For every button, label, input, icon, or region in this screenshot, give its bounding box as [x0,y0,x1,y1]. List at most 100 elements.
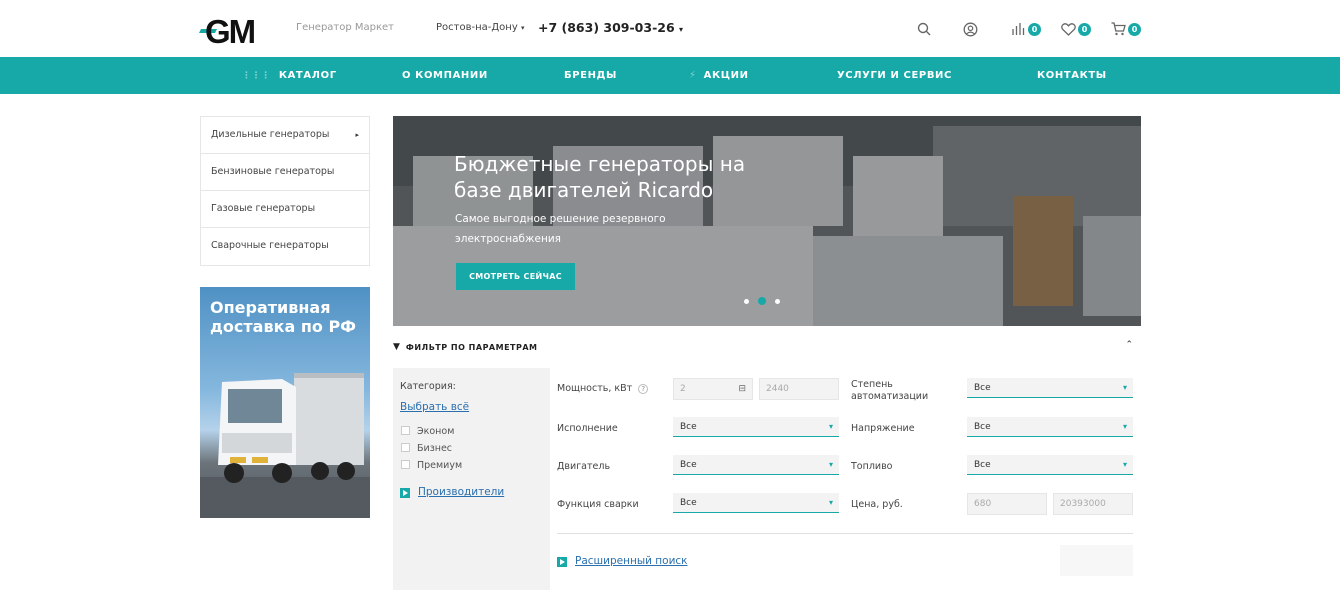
play-icon [557,556,567,567]
filter-category-panel: Категория: Выбрать всё Эконом Бизнес Пре… [393,368,550,590]
automation-label: Степень автоматизации [851,379,929,402]
power-max-input[interactable]: 2440 [759,378,839,400]
nav-brands[interactable]: БРЕНДЫ [564,57,617,94]
voltage-select[interactable]: Все ▾ [967,417,1133,437]
chevron-down-icon: ▾ [1122,422,1127,431]
execution-label: Исполнение [557,423,618,434]
automation-select[interactable]: Все ▾ [967,378,1133,398]
chevron-down-icon: ▾ [1122,460,1127,469]
catalog-sidebar: Дизельные генераторы ▸ Бензиновые генерат… [200,116,370,266]
voltage-select-value: Все [974,422,991,432]
sidebar-item-diesel[interactable]: Дизельные генераторы ▸ [201,117,369,154]
manufacturers-link: Производители [418,486,505,498]
engine-select[interactable]: Все ▾ [673,455,839,475]
category-checkbox-econom[interactable] [401,426,410,435]
chevron-up-icon[interactable]: ⌃ [1125,340,1133,350]
svg-text:GM: GM [205,13,255,46]
filter-title: ФИЛЬТР ПО ПАРАМЕТРАМ [405,342,538,352]
lightning-icon: ⚡ [689,70,697,81]
power-label-text: Мощность, кВт [557,383,633,394]
heart-icon [1061,22,1076,36]
help-icon[interactable]: ? [638,384,649,394]
nav-about[interactable]: О КОМПАНИИ [402,57,488,94]
user-icon [963,22,978,36]
delivery-promo-banner[interactable]: Оперативная доставка по РФ [200,287,370,518]
advanced-search-link: Расширенный поиск [575,555,688,567]
logo[interactable]: GM [199,12,277,50]
slider-pagination [744,297,780,305]
sidebar-item-gas[interactable]: Газовые генераторы [201,191,369,228]
slider-dot[interactable] [744,298,749,304]
view-now-button[interactable]: СМОТРЕТЬ СЕЙЧАС [456,263,575,290]
chevron-down-icon: ▾ [520,24,525,32]
chevron-down-icon: ▾ [828,498,833,507]
execution-select-value: Все [680,422,697,432]
search-button[interactable] [917,20,931,38]
fuel-select[interactable]: Все ▾ [967,455,1133,475]
sidebar-item-welding[interactable]: Сварочные генераторы [201,228,369,265]
header: GM Генератор Маркет Ростов-на-Дону ▾ +7 … [0,0,1340,57]
filter-header[interactable]: ▼ ФИЛЬТР ПО ПАРАМЕТРАМ ⌃ [393,334,1141,360]
execution-select[interactable]: Все ▾ [673,417,839,437]
advanced-search-toggle[interactable]: Расширенный поиск [557,555,688,567]
cart-icon [1111,22,1126,36]
engine-label: Двигатель [557,461,611,472]
sidebar-item-label: Дизельные генераторы [211,129,330,140]
city-label: Ростов-на-Дону [436,22,518,33]
grid-icon: ⋮⋮⋮ [242,71,271,81]
compare-count-badge: 0 [1028,22,1041,36]
cart-count-badge: 0 [1128,22,1141,36]
cart-button[interactable]: 0 [1111,20,1141,38]
chevron-down-icon: ▾ [828,422,833,431]
hero-slider[interactable]: Бюджетные генераторы на базе двигателей … [393,116,1141,326]
category-checkbox-premium[interactable] [401,460,410,469]
welding-label: Функция сварки [557,499,639,510]
select-all-link[interactable]: Выбрать всё [400,401,469,413]
filter-divider [557,533,1133,534]
automation-select-value: Все [974,383,991,393]
welding-select-value: Все [680,498,697,508]
price-label: Цена, руб. [851,499,903,510]
chevron-down-icon: ▾ [828,460,833,469]
category-label-business: Бизнес [417,443,453,454]
power-label: Мощность, кВт ? [557,383,649,394]
fuel-select-value: Все [974,460,991,470]
favorites-button[interactable]: 0 [1061,20,1091,38]
stepper-icon[interactable]: ⊟ [738,379,746,399]
nav-catalog-label: КАТАЛОГ [278,70,337,81]
slider-dot-active[interactable] [758,297,766,305]
chevron-right-icon: ▸ [355,131,359,139]
compare-button[interactable]: 0 [1011,20,1041,38]
category-label: Категория: [400,381,456,392]
site-subtitle: Генератор Маркет [296,22,395,33]
city-selector[interactable]: Ростов-на-Дону ▾ [436,22,524,33]
sidebar-item-petrol[interactable]: Бензиновые генераторы [201,154,369,191]
manufacturers-toggle[interactable]: Производители [400,486,504,498]
nav-contacts[interactable]: КОНТАКТЫ [1037,57,1107,94]
category-checkbox-business[interactable] [401,443,410,452]
nav-sales-label: АКЦИИ [703,70,749,81]
compare-icon [1012,23,1025,35]
price-max-input[interactable]: 20393000 [1053,493,1133,515]
slider-dot[interactable] [775,298,780,304]
phone-selector[interactable]: +7 (863) 309-03-26 ▾ [538,20,683,35]
welding-select[interactable]: Все ▾ [673,493,839,513]
price-min-input[interactable]: 680 [967,493,1047,515]
nav-catalog[interactable]: ⋮⋮⋮ КАТАЛОГ [242,57,337,94]
category-label-econom: Эконом [417,426,455,437]
power-min-value: 2 [680,384,686,394]
slide-title: Бюджетные генераторы на базе двигателей … [454,152,746,202]
slide-subtitle: Самое выгодное решение резервного электр… [455,213,666,245]
nav-sales[interactable]: ⚡ АКЦИИ [689,57,749,94]
nav-services[interactable]: УСЛУГИ И СЕРВИС [837,57,952,94]
engine-select-value: Все [680,460,697,470]
power-min-input[interactable]: 2 ⊟ [673,378,753,400]
fuel-label: Топливо [851,461,893,472]
filter-icon: ▼ [393,342,400,352]
account-button[interactable] [963,20,978,38]
logo-mark: GM [199,13,257,50]
phone-number: +7 (863) 309-03-26 [538,20,675,35]
search-icon [917,22,931,36]
category-label-premium: Премиум [417,460,463,471]
filter-submit-button[interactable] [1060,545,1133,576]
